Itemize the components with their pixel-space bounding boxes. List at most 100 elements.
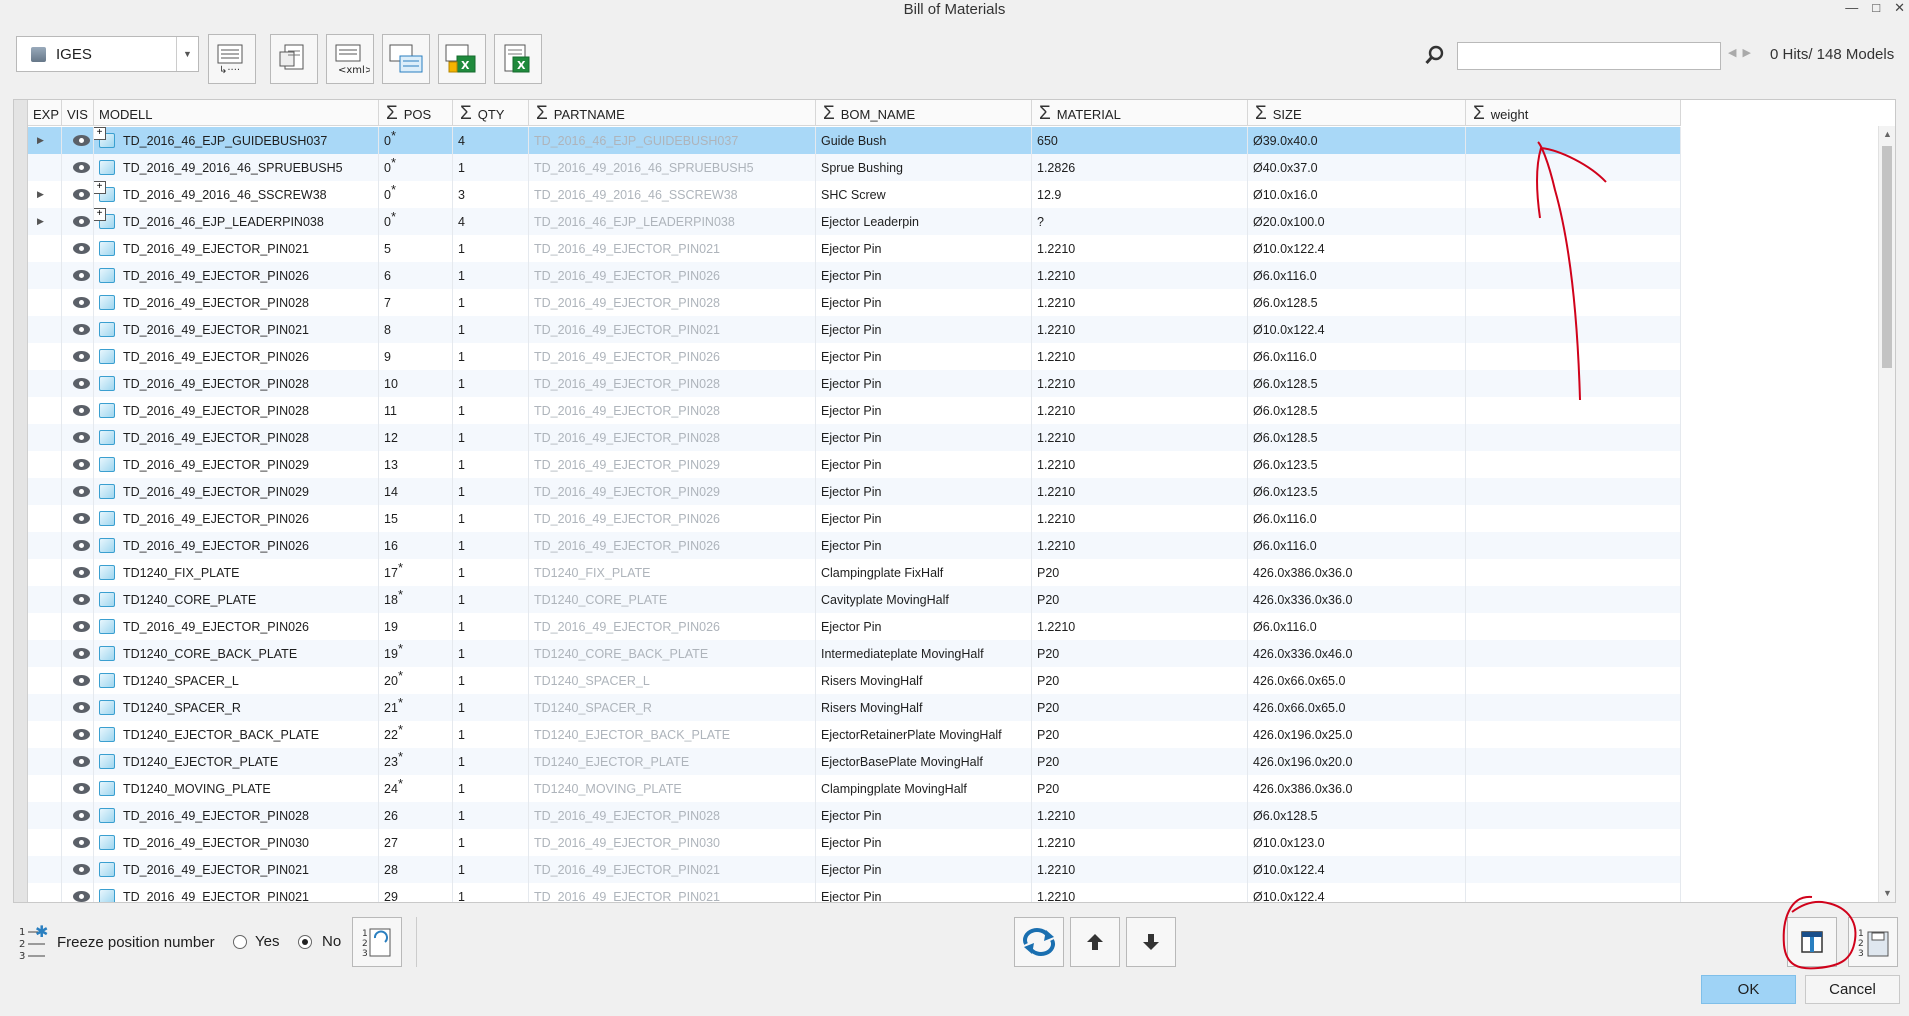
model-cell[interactable]: TD_2016_49_EJECTOR_PIN028	[94, 802, 379, 829]
model-cell[interactable]: TD_2016_46_EJP_LEADERPIN038	[94, 208, 379, 235]
weight-cell[interactable]	[1466, 775, 1681, 802]
size-cell[interactable]: 426.0x336.0x46.0	[1248, 640, 1466, 667]
model-cell[interactable]: TD1240_FIX_PLATE	[94, 559, 379, 586]
column-header-pos[interactable]: Σ POS	[379, 100, 453, 126]
bom-name-cell[interactable]: Guide Bush	[816, 127, 1032, 154]
eye-icon[interactable]	[73, 675, 90, 686]
pos-cell[interactable]: 23 *	[379, 748, 453, 775]
model-cell[interactable]: TD_2016_49_2016_46_SPRUEBUSH5	[94, 154, 379, 181]
weight-cell[interactable]	[1466, 208, 1681, 235]
freeze-yes-radio[interactable]	[233, 935, 247, 949]
eye-icon[interactable]	[73, 702, 90, 713]
eye-icon[interactable]	[73, 540, 90, 551]
qty-cell[interactable]: 1	[453, 748, 529, 775]
model-cell[interactable]: TD1240_SPACER_R	[94, 694, 379, 721]
table-row[interactable]: TD_2016_49_EJECTOR_PIN021 5 1 TD_2016_49_EJ…	[28, 235, 1681, 262]
weight-cell[interactable]	[1466, 451, 1681, 478]
pos-cell[interactable]: 7	[379, 289, 453, 316]
size-cell[interactable]: Ø40.0x37.0	[1248, 154, 1466, 181]
table-row[interactable]: TD_2016_49_EJECTOR_PIN026 9 1 TD_2016_49_EJ…	[28, 343, 1681, 370]
eye-icon[interactable]	[73, 135, 90, 146]
bom-name-cell[interactable]: Cavityplate MovingHalf	[816, 586, 1032, 613]
table-row[interactable]: TD1240_SPACER_R 21 * 1 TD1240_SPACER_R Risers…	[28, 694, 1681, 721]
qty-cell[interactable]: 1	[453, 289, 529, 316]
qty-cell[interactable]: 1	[453, 154, 529, 181]
qty-cell[interactable]: 1	[453, 586, 529, 613]
visibility-cell[interactable]	[62, 262, 94, 289]
weight-cell[interactable]	[1466, 694, 1681, 721]
qty-cell[interactable]: 1	[453, 640, 529, 667]
pos-cell[interactable]: 18 *	[379, 586, 453, 613]
eye-icon[interactable]	[73, 729, 90, 740]
move-up-button[interactable]	[1070, 917, 1120, 967]
save-numbering-button[interactable]: 123	[1848, 917, 1898, 967]
partname-cell[interactable]: TD_2016_49_EJECTOR_PIN028	[529, 424, 816, 451]
weight-cell[interactable]	[1466, 748, 1681, 775]
material-cell[interactable]: 12.9	[1032, 181, 1248, 208]
model-cell[interactable]: TD_2016_49_EJECTOR_PIN029	[94, 478, 379, 505]
pos-cell[interactable]: 12	[379, 424, 453, 451]
size-cell[interactable]: Ø6.0x128.5	[1248, 424, 1466, 451]
visibility-cell[interactable]	[62, 289, 94, 316]
partname-cell[interactable]: TD_2016_49_EJECTOR_PIN028	[529, 370, 816, 397]
pos-cell[interactable]: 22 *	[379, 721, 453, 748]
size-cell[interactable]: Ø6.0x116.0	[1248, 532, 1466, 559]
visibility-cell[interactable]	[62, 559, 94, 586]
pos-cell[interactable]: 5	[379, 235, 453, 262]
sigma-icon[interactable]: Σ	[1039, 104, 1051, 123]
visibility-cell[interactable]	[62, 721, 94, 748]
table-row[interactable]: TD_2016_49_EJECTOR_PIN021 8 1 TD_2016_49_EJ…	[28, 316, 1681, 343]
size-cell[interactable]: Ø39.0x40.0	[1248, 127, 1466, 154]
size-cell[interactable]: Ø10.0x122.4	[1248, 856, 1466, 883]
eye-icon[interactable]	[73, 459, 90, 470]
eye-icon[interactable]	[73, 486, 90, 497]
partname-cell[interactable]: TD_2016_46_EJP_GUIDEBUSH037	[529, 127, 816, 154]
freeze-no-label[interactable]: No	[322, 933, 341, 950]
size-cell[interactable]: Ø6.0x123.5	[1248, 478, 1466, 505]
size-cell[interactable]: Ø10.0x122.4	[1248, 235, 1466, 262]
expand-cell[interactable]	[28, 640, 62, 667]
bom-name-cell[interactable]: SHC Screw	[816, 181, 1032, 208]
weight-cell[interactable]	[1466, 532, 1681, 559]
pos-cell[interactable]: 0 *	[379, 154, 453, 181]
material-cell[interactable]: P20	[1032, 640, 1248, 667]
table-row[interactable]: TD_2016_49_EJECTOR_PIN026 16 1 TD_2016_49_E…	[28, 532, 1681, 559]
model-cell[interactable]: TD_2016_49_EJECTOR_PIN030	[94, 829, 379, 856]
export-excel-alt-button[interactable]: X	[494, 34, 542, 84]
partname-cell[interactable]: TD_2016_49_EJECTOR_PIN021	[529, 856, 816, 883]
weight-cell[interactable]	[1466, 370, 1681, 397]
partname-cell[interactable]: TD_2016_49_EJECTOR_PIN028	[529, 397, 816, 424]
eye-icon[interactable]	[73, 405, 90, 416]
material-cell[interactable]: 1.2210	[1032, 829, 1248, 856]
sigma-icon[interactable]: Σ	[460, 104, 472, 123]
expand-cell[interactable]: ▶	[28, 208, 62, 235]
pos-cell[interactable]: 27	[379, 829, 453, 856]
search-nav-arrows[interactable]: ◀▶	[1728, 46, 1757, 59]
eye-icon[interactable]	[73, 162, 90, 173]
material-cell[interactable]: 1.2210	[1032, 856, 1248, 883]
bom-name-cell[interactable]: Clampingplate MovingHalf	[816, 775, 1032, 802]
expand-cell[interactable]	[28, 856, 62, 883]
pos-cell[interactable]: 6	[379, 262, 453, 289]
material-cell[interactable]: P20	[1032, 559, 1248, 586]
expand-cell[interactable]: ▶	[28, 181, 62, 208]
size-cell[interactable]: 426.0x336.0x36.0	[1248, 586, 1466, 613]
table-row[interactable]: TD_2016_49_EJECTOR_PIN028 11 1 TD_2016_49_E…	[28, 397, 1681, 424]
visibility-cell[interactable]	[62, 883, 94, 902]
partname-cell[interactable]: TD1240_CORE_PLATE	[529, 586, 816, 613]
partname-cell[interactable]: TD_2016_49_EJECTOR_PIN021	[529, 316, 816, 343]
sigma-icon[interactable]: Σ	[1255, 104, 1267, 123]
visibility-cell[interactable]	[62, 478, 94, 505]
sigma-icon[interactable]: Σ	[823, 104, 835, 123]
model-cell[interactable]: TD_2016_49_EJECTOR_PIN026	[94, 343, 379, 370]
material-cell[interactable]: P20	[1032, 586, 1248, 613]
table-layout-button[interactable]	[1787, 917, 1837, 967]
pos-cell[interactable]: 0 *	[379, 127, 453, 154]
expand-cell[interactable]	[28, 883, 62, 902]
expand-cell[interactable]	[28, 370, 62, 397]
search-input[interactable]	[1457, 42, 1721, 70]
cancel-button[interactable]: Cancel	[1805, 975, 1900, 1004]
search-icon[interactable]	[1424, 44, 1446, 66]
size-cell[interactable]: 426.0x386.0x36.0	[1248, 559, 1466, 586]
previous-hit-icon[interactable]: ◀	[1728, 47, 1742, 59]
